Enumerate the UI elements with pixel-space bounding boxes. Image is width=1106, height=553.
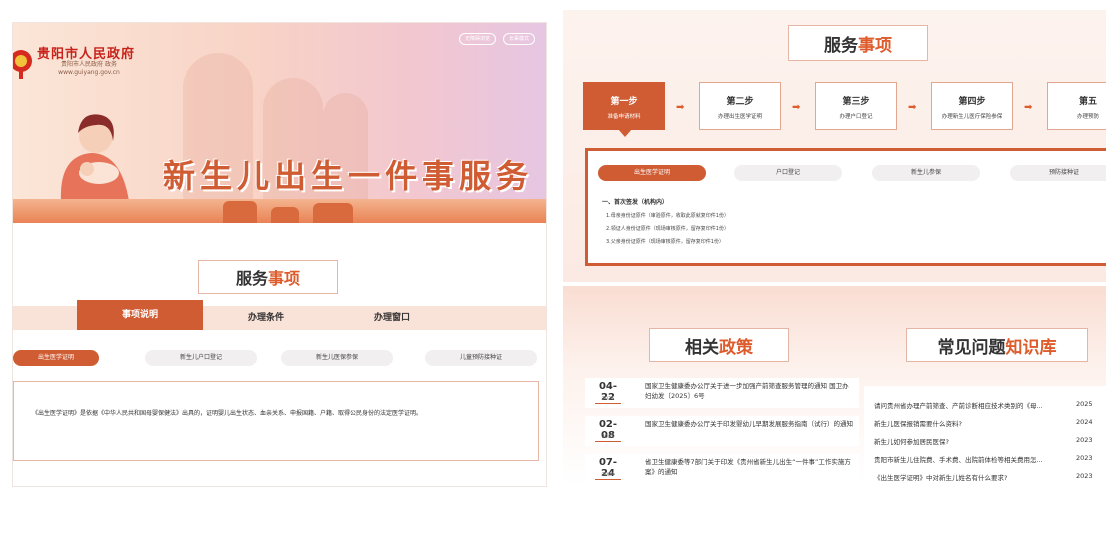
mother-baby-illustration xyxy=(60,114,129,201)
section-title-main: 服务 xyxy=(235,269,268,288)
step-subtitle: 办理出生医学证明 xyxy=(717,114,762,120)
section-title-faq: 常见问题 知识库 xyxy=(906,328,1088,362)
description-box: 《出生医学证明》是依据《中华人民共和国母婴保健法》出具的，证明婴儿出生状态、血亲… xyxy=(13,381,539,461)
section-title-main: 常见问题 xyxy=(937,337,1006,358)
faq-item[interactable]: 新生儿医保报销需要什么资料? xyxy=(874,418,962,428)
section-title-highlight: 事项 xyxy=(268,269,301,288)
step-subtitle: 准备申请材料 xyxy=(607,114,641,120)
gov-subtitle-line: 贵阳市人民政府 政务 xyxy=(61,61,117,68)
right-screenshot-panel: 服务 事项 第一步 准备申请材料 ➡ 第二步 办理出生医学证明 ➡ 第三步 办理户… xyxy=(563,10,1106,485)
gov-emblem-icon xyxy=(13,50,32,79)
faq-item[interactable]: 《出生医学证明》中对新生儿姓名有什么要求? xyxy=(874,472,1007,482)
faq-year: 2023 xyxy=(1076,472,1093,480)
elder-mode-link[interactable]: 长辈模式 xyxy=(503,33,536,45)
gov-url: www.guiyang.gov.cn xyxy=(58,69,120,76)
section-title-highlight: 知识库 xyxy=(1005,337,1057,358)
policy-item[interactable]: 02-08 2025 国家卫生健康委办公厅关于印发婴幼儿早期发展服务指南（试行）… xyxy=(585,416,859,446)
policy-title[interactable]: 省卫生健康委等7部门关于印发《贵州省新生儿出生“一件事”工作实施方案》的通知 xyxy=(645,457,853,477)
step-4-medical-insurance[interactable]: 第四步 办理新生儿医疗保险参保 xyxy=(931,82,1013,130)
section-title-main: 相关 xyxy=(685,337,719,358)
policy-year: 2024 xyxy=(601,472,615,478)
subtab-medical-insurance[interactable]: 新生儿医保参保 xyxy=(281,350,393,366)
accessibility-link[interactable]: 无障碍浏览 xyxy=(459,33,497,45)
material-tab-household[interactable]: 户口登记 xyxy=(734,165,842,181)
step-2-birth-certificate[interactable]: 第二步 办理出生医学证明 xyxy=(699,82,781,130)
policy-item[interactable]: 07-24 2024 省卫生健康委等7部门关于印发《贵州省新生儿出生“一件事”工… xyxy=(585,454,859,484)
step-subtitle: 办理新生儿医疗保险参保 xyxy=(941,114,1003,120)
section-title-main: 服务 xyxy=(824,35,858,56)
subtab-vaccination-certificate[interactable]: 儿童预防接种证 xyxy=(425,350,537,366)
step-1-prepare-materials[interactable]: 第一步 准备申请材料 xyxy=(583,82,665,137)
faq-year: 2024 xyxy=(1076,418,1093,426)
step-title: 第一步 xyxy=(610,97,638,107)
materials-panel: 出生医学证明 户口登记 新生儿参保 预防接种证 一、首次签发（机构内） 1.母亲… xyxy=(585,148,1106,266)
service-tabs: 事项说明 办理条件 办理窗口 xyxy=(13,300,546,330)
step-title: 第二步 xyxy=(726,97,754,107)
faq-year: 2025 xyxy=(1076,400,1093,408)
material-item: 3.父亲身份证原件（现场审核原件，留存复印件1份） xyxy=(606,239,724,245)
hero-banner: 贵阳市人民政府 贵阳市人民政府 政务 www.guiyang.gov.cn 无障… xyxy=(13,23,546,223)
section-title-highlight: 政策 xyxy=(719,337,753,358)
faq-item[interactable]: 贵阳市新生儿住院费、手术费、出院前体检等相关费用怎... xyxy=(874,454,1043,464)
tab-windows[interactable]: 办理窗口 xyxy=(329,306,455,330)
arrow-right-icon: ➡ xyxy=(676,102,685,113)
left-screenshot-panel: 贵阳市人民政府 贵阳市人民政府 政务 www.guiyang.gov.cn 无障… xyxy=(12,22,547,487)
faq-list: 请问贵州省办理产前筛查、产前诊断相应技术类别的《母... 2025 新生儿医保报… xyxy=(864,386,1106,485)
process-steps-section: 服务 事项 第一步 准备申请材料 ➡ 第二步 办理出生医学证明 ➡ 第三步 办理户… xyxy=(563,10,1106,282)
policy-year: 2025 xyxy=(601,434,615,440)
material-item: 2.领证人身份证原件（现场审核原件，留存复印件1份） xyxy=(606,226,729,232)
section-title-highlight: 事项 xyxy=(858,35,892,56)
material-item: 1.母亲身份证原件（审验原件，收取此原就复印件1份） xyxy=(606,213,729,219)
step-title: 第四步 xyxy=(958,97,986,107)
material-tab-insurance[interactable]: 新生儿参保 xyxy=(872,165,980,181)
materials-heading: 一、首次签发（机构内） xyxy=(602,199,669,206)
step-title: 第三步 xyxy=(842,97,870,107)
gov-site-title[interactable]: 贵阳市人民政府 xyxy=(37,43,135,62)
policy-faq-section: 相关 政策 常见问题 知识库 04-22 2025 国家卫生健康委办公厅关于进一步加… xyxy=(563,286,1106,485)
faq-year: 2023 xyxy=(1076,454,1093,462)
material-tab-vaccination[interactable]: 预防接种证 xyxy=(1010,165,1106,181)
step-3-household-registration[interactable]: 第三步 办理户口登记 xyxy=(815,82,897,130)
policy-item[interactable]: 04-22 2025 国家卫生健康委办公厅关于进一步加强产前筛查服务管理的通知 … xyxy=(585,378,859,408)
description-text: 《出生医学证明》是依据《中华人民共和国母婴保健法》出具的，证明婴儿出生状态、血亲… xyxy=(32,410,423,417)
service-subtabs: 出生医学证明 新生儿户口登记 新生儿医保参保 儿童预防接种证 xyxy=(13,350,546,368)
policy-title[interactable]: 国家卫生健康委办公厅关于进一步加强产前筛查服务管理的通知 国卫办妇幼发〔2025… xyxy=(645,381,853,401)
gov-site-subtitle: 贵阳市人民政府 政务 www.guiyang.gov.cn xyxy=(49,61,129,77)
faq-item[interactable]: 新生儿如何参加居民医保? xyxy=(874,436,949,446)
faq-year: 2023 xyxy=(1076,436,1093,444)
subtab-birth-certificate[interactable]: 出生医学证明 xyxy=(13,350,99,366)
banner-ground-decoration xyxy=(13,199,546,223)
section-title-services-right: 服务 事项 xyxy=(788,25,928,61)
arrow-right-icon: ➡ xyxy=(1024,102,1033,113)
section-title-services: 服务 事项 xyxy=(198,260,338,294)
arrow-right-icon: ➡ xyxy=(792,102,801,113)
tab-conditions[interactable]: 办理条件 xyxy=(203,306,329,330)
faq-item[interactable]: 请问贵州省办理产前筛查、产前诊断相应技术类别的《母... xyxy=(874,400,1043,410)
arrow-right-icon: ➡ xyxy=(908,102,917,113)
step-subtitle: 办理户口登记 xyxy=(839,114,873,120)
step-subtitle: 办理预防 xyxy=(1076,114,1099,120)
policy-title[interactable]: 国家卫生健康委办公厅关于印发婴幼儿早期发展服务指南（试行）的通知 xyxy=(645,419,853,429)
banner-title: 新生儿出生一件事服务 xyxy=(163,157,534,195)
step-5-vaccination[interactable]: 第五 办理预防 xyxy=(1047,82,1106,130)
tab-service-description[interactable]: 事项说明 xyxy=(77,300,203,330)
section-title-policies: 相关 政策 xyxy=(649,328,789,362)
policy-year: 2025 xyxy=(601,396,615,402)
step-title: 第五 xyxy=(1078,97,1097,107)
material-tab-birth-certificate[interactable]: 出生医学证明 xyxy=(598,165,706,181)
subtab-household-registration[interactable]: 新生儿户口登记 xyxy=(145,350,257,366)
